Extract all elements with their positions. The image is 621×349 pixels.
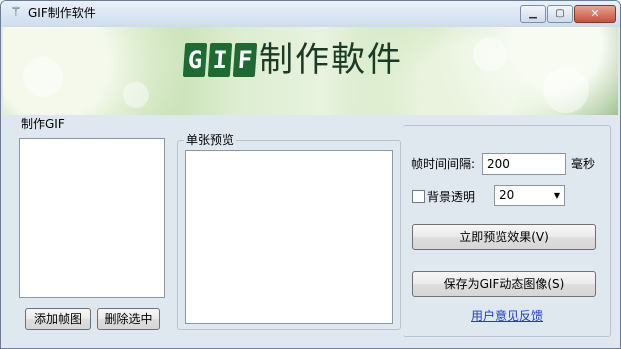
make-gif-group-title: 制作GIF — [19, 117, 67, 131]
logo-letter: I — [207, 43, 233, 77]
single-preview-group: 单张预览 — [177, 133, 401, 330]
header-banner: G I F 制作軟件 — [3, 27, 618, 115]
make-gif-group: 制作GIF — [11, 117, 171, 337]
banner-decoration — [23, 57, 63, 97]
transparent-background-checkbox[interactable] — [412, 190, 425, 203]
magic-wand-icon: ⚚ — [10, 5, 22, 20]
tolerance-value: 20 — [499, 188, 515, 202]
app-window: ⚚ GIF制作软件 ▁ ▢ ✕ G I F 制作軟件 制作GIF 添加帧图 删除… — [0, 0, 621, 349]
frame-interval-label: 帧时间间隔: — [411, 157, 476, 171]
banner-title: 制作軟件 — [259, 40, 403, 80]
close-button[interactable]: ✕ — [574, 5, 616, 23]
frame-interval-input[interactable]: 200 — [482, 153, 566, 175]
minimize-button[interactable]: ▁ — [520, 5, 546, 23]
banner-decoration — [123, 82, 149, 108]
maximize-button[interactable]: ▢ — [547, 5, 573, 23]
save-gif-button[interactable]: 保存为GIF动态图像(S) — [412, 271, 596, 297]
preview-effect-button[interactable]: 立即预览效果(V) — [412, 224, 596, 250]
tolerance-dropdown[interactable]: 20 ▼ — [494, 185, 565, 206]
single-preview-area — [185, 150, 393, 324]
single-preview-title: 单张预览 — [184, 133, 237, 147]
title-bar[interactable]: ⚚ GIF制作软件 ▁ ▢ ✕ — [1, 1, 620, 27]
window-title: GIF制作软件 — [28, 6, 96, 20]
feedback-link[interactable]: 用户意见反馈 — [471, 309, 543, 323]
frame-list[interactable] — [19, 138, 165, 298]
transparent-background-label[interactable]: 背景透明 — [427, 190, 475, 204]
banner-decoration — [473, 37, 507, 71]
logo-letter: G — [182, 43, 208, 77]
chevron-down-icon[interactable]: ▼ — [554, 186, 560, 205]
add-frame-button[interactable]: 添加帧图 — [25, 308, 91, 330]
logo-letter: F — [232, 43, 258, 77]
banner-decoration — [543, 67, 589, 113]
delete-selected-button[interactable]: 删除选中 — [97, 308, 160, 330]
gif-logo: G I F — [182, 43, 258, 77]
milliseconds-unit-label: 毫秒 — [571, 157, 596, 171]
